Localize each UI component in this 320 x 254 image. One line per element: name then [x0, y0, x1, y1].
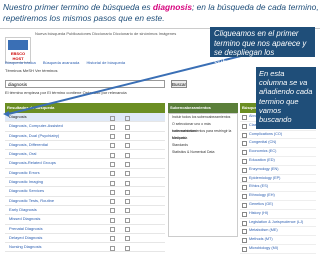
logo-banner — [8, 40, 28, 50]
list-item[interactable]: History (HI) — [240, 210, 316, 219]
list-item[interactable]: Enzymology (EN) — [240, 166, 316, 175]
search-options[interactable]: El término empieza por El término contie… — [5, 90, 127, 95]
list-item[interactable]: Missed Diagnosis — [5, 215, 165, 225]
list-item[interactable]: Diagnostic Errors — [5, 169, 165, 179]
menu-search-history[interactable]: Historial de búsqueda — [86, 60, 125, 65]
list-item[interactable]: Diagnosis, Dual (Psychiatry) — [5, 132, 165, 141]
list-item[interactable]: Diagnosis, Oral — [5, 150, 165, 160]
callout-first-term: Cliqueamos en el primer termino que nos … — [210, 27, 315, 67]
menu-basic-search[interactable]: Búsqueda básica — [5, 60, 36, 65]
list-item[interactable]: Diagnosis, Computer-Assisted — [5, 122, 165, 132]
list-item[interactable]: Ethics (ES) — [240, 183, 316, 193]
list-item[interactable]: Diagnosis-Related Groups — [5, 159, 165, 169]
subheadings-header: Subencabezamientos — [168, 103, 238, 113]
list-item[interactable]: Ethnology (EH) — [240, 192, 316, 201]
list-item[interactable]: Metabolism (ME) — [240, 227, 316, 237]
list-item[interactable]: Economics (EC) — [240, 148, 316, 157]
sub-item[interactable]: Statistics & Numerical Data — [169, 149, 237, 156]
heading-part1: Nuestro primer termino de búsqueda es — [3, 2, 153, 12]
list-item[interactable]: Early Diagnosis — [5, 206, 165, 216]
sub-item[interactable]: Methods — [169, 135, 237, 142]
list-item[interactable]: Complications (CO) — [240, 131, 316, 140]
list-item[interactable]: Epidemiology (EP) — [240, 175, 316, 184]
search-menu: Búsqueda básica Búsqueda avanzada Histor… — [5, 60, 131, 65]
arrow-head-icon — [3, 111, 9, 117]
heading-highlight: diagnosis — [152, 2, 192, 12]
list-item[interactable]: Delayed Diagnosis — [5, 234, 165, 244]
list-item[interactable]: Education (ED) — [240, 157, 316, 166]
top-toolbar[interactable]: Nueva búsqueda Publicaciones Diccionario… — [35, 31, 176, 36]
sub-item[interactable]: Standards — [169, 142, 237, 149]
list-item[interactable]: Congenital (CN) — [240, 139, 316, 149]
callout-column: En esta columna se va añadiendo cada ter… — [256, 67, 316, 129]
results-list: Diagnosis Diagnosis, Computer-Assisted D… — [5, 113, 165, 253]
list-item[interactable]: Diagnosis, Differential — [5, 141, 165, 151]
menu-advanced-search[interactable]: Búsqueda avanzada — [43, 60, 79, 65]
search-button[interactable]: Buscar — [171, 80, 187, 88]
list-item[interactable]: Diagnostic Tests, Routine — [5, 197, 165, 206]
list-item[interactable]: Nursing Diagnosis — [5, 243, 165, 253]
list-item[interactable]: Diagnostic Services — [5, 187, 165, 197]
list-item[interactable]: Diagnostic Imaging — [5, 178, 165, 188]
subheadings-panel: Incluir todos los subencabezamientos O s… — [168, 113, 238, 237]
list-item[interactable]: Legislation & Jurisprudence (LJ) — [240, 219, 316, 228]
mesh-modes[interactable]: Términos MeSH Ver términos — [5, 68, 57, 73]
sub-item[interactable]: Incluir todos los subencabezamientos — [169, 114, 237, 121]
list-item[interactable]: Prenatal Diagnosis — [5, 225, 165, 234]
list-item[interactable]: Diagnosis — [5, 113, 165, 123]
sub-item: O seleccionar uno o más subencabezamient… — [172, 122, 232, 140]
list-item[interactable]: Microbiology (MI) — [240, 245, 316, 254]
list-item[interactable]: Methods (MT) — [240, 236, 316, 245]
list-item[interactable]: Genetics (GE) — [240, 201, 316, 210]
refine-list: Abnormalities (AB) Classification (CL) C… — [240, 113, 316, 254]
instruction-heading: Nuestro primer termino de búsqueda es di… — [3, 2, 319, 24]
